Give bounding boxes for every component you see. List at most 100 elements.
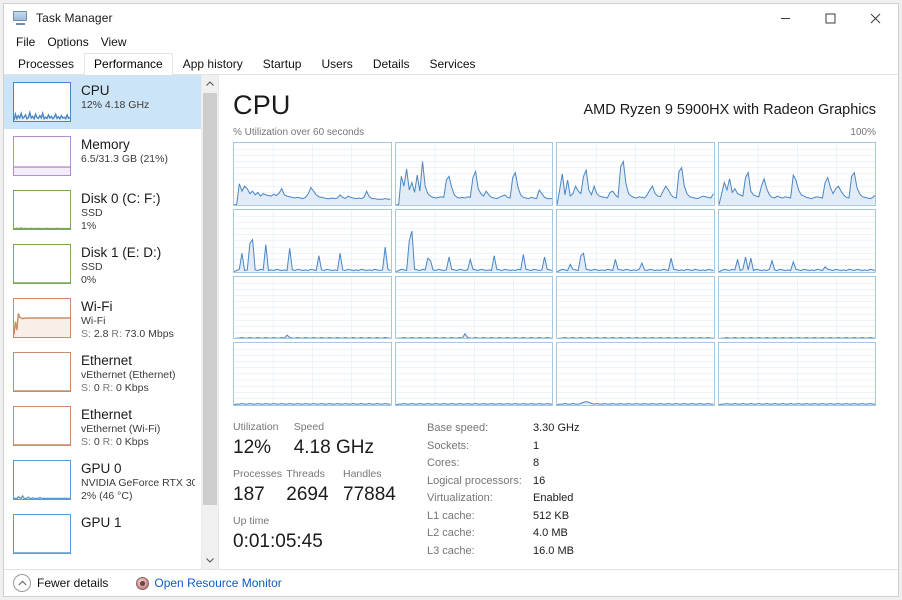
resource-name: Ethernet (81, 407, 133, 422)
logical-processor-graph[interactable] (394, 142, 553, 206)
speed-label: Speed (293, 421, 325, 433)
spec-key: Sockets: (427, 439, 470, 452)
uptime-label: Up time (233, 515, 270, 527)
resource-labels: Ethernet vEthernet (Ethernet) S: 0 R: 0 Kb… (81, 352, 195, 395)
resource-list: CPU 12% 4.18 GHz Memory 6.5/31.3 GB (21%) Di… (4, 75, 201, 569)
graph-caption-left: % Utilization over 60 seconds (233, 127, 365, 138)
speed-value: 4.18 GHz (293, 437, 374, 458)
resource-thumbnail (13, 136, 71, 176)
utilization-stat: Utilization 12% (233, 420, 290, 461)
fewer-details-button[interactable]: Fewer details (37, 576, 108, 590)
logical-processor-graph[interactable] (556, 142, 715, 206)
logical-processor-graph[interactable] (394, 208, 553, 273)
tab-performance[interactable]: Performance (84, 53, 173, 76)
resource-sidebar: CPU 12% 4.18 GHz Memory 6.5/31.3 GB (21%) Di… (4, 75, 219, 569)
open-resource-monitor-link[interactable]: Open Resource Monitor (154, 576, 281, 590)
logical-processor-graph[interactable] (717, 275, 876, 340)
content-area: CPU 12% 4.18 GHz Memory 6.5/31.3 GB (21%) Di… (4, 75, 898, 569)
resource-name: GPU 1 (81, 515, 122, 530)
threads-label: Threads (286, 468, 325, 480)
tab-processes[interactable]: Processes (8, 53, 84, 75)
resource-detail-1: SSD (81, 207, 103, 219)
resource-detail-2: 2% (46 °C) (81, 490, 133, 502)
logical-processor-graph[interactable] (394, 342, 553, 406)
window-title: Task Manager (36, 11, 113, 25)
logical-processor-graph[interactable] (233, 142, 392, 206)
logical-processor-graph[interactable] (717, 208, 876, 273)
resource-name: Disk 0 (C: F:) (81, 191, 161, 206)
handles-value: 77884 (343, 484, 396, 505)
sidebar-item-disk-0-c-f[interactable]: Disk 0 (C: F:) SSD 1% (4, 183, 201, 237)
tab-details[interactable]: Details (363, 53, 420, 75)
utilization-label: Utilization (233, 421, 279, 433)
spec-key: L1 cache: (427, 509, 475, 522)
resource-labels: Memory 6.5/31.3 GB (21%) (81, 136, 195, 166)
sidebar-item-gpu-0[interactable]: GPU 0NVIDIA GeForce RTX 30702% (46 °C) (4, 453, 201, 507)
graph-caption-right: 100% (850, 127, 876, 138)
sidebar-item-memory[interactable]: Memory 6.5/31.3 GB (21%) (4, 129, 201, 183)
resource-detail-2: 0% (81, 274, 97, 286)
task-manager-window: Task Manager File Options View Processes… (0, 0, 902, 600)
processes-value: 187 (233, 484, 265, 505)
title-bar: Task Manager (4, 4, 898, 32)
resource-thumbnail (13, 406, 71, 446)
resource-labels: Wi-Fi Wi-Fi S: 2.8 R: 73.0 Mbps (81, 298, 195, 341)
fewer-details-icon[interactable] (13, 574, 31, 592)
logical-processor-graph[interactable] (233, 342, 392, 406)
open-resource-monitor-button[interactable]: Open Resource Monitor (136, 576, 282, 590)
resource-detail-1: Wi-Fi (81, 315, 106, 327)
spec-value: Enabled (533, 492, 574, 504)
resource-detail-1: SSD (81, 261, 103, 273)
threads-stat: Threads 2694 (286, 467, 339, 508)
menu-item-file[interactable]: File (11, 33, 40, 51)
threads-value: 2694 (286, 484, 329, 505)
resource-detail-2: S: 0 R: 0 Kbps (81, 436, 149, 448)
window-frame: Task Manager File Options View Processes… (3, 3, 899, 597)
logical-processor-graph[interactable] (233, 275, 392, 340)
tab-services[interactable]: Services (420, 53, 486, 75)
sidebar-item-disk-1-e-d[interactable]: Disk 1 (E: D:) SSD 0% (4, 237, 201, 291)
resource-name: Disk 1 (E: D:) (81, 245, 162, 260)
cpu-model-label: AMD Ryzen 9 5900HX with Radeon Graphics (583, 102, 876, 118)
menu-item-view[interactable]: View (96, 33, 132, 51)
resource-detail-1: vEthernet (Wi-Fi) (81, 423, 161, 435)
resource-monitor-icon (136, 576, 150, 590)
task-manager-icon (13, 11, 29, 25)
scroll-down-arrow[interactable] (202, 552, 218, 569)
spec-value: 1 (533, 439, 540, 452)
sidebar-item-gpu-1[interactable]: GPU 1 (4, 507, 201, 561)
resource-name: Memory (81, 137, 130, 152)
close-button[interactable] (853, 4, 898, 32)
logical-processor-graph[interactable] (717, 142, 876, 206)
sidebar-item-ethernet[interactable]: Ethernet vEthernet (Wi-Fi) S: 0 R: 0 Kbps (4, 399, 201, 453)
logical-processor-graph[interactable] (556, 275, 715, 340)
resource-labels: GPU 1 (81, 514, 195, 531)
tab-app-history[interactable]: App history (173, 53, 253, 75)
spec-key: Logical processors: (427, 474, 522, 487)
resource-thumbnail (13, 82, 71, 122)
logical-processor-graph[interactable] (233, 208, 392, 273)
menu-item-options[interactable]: Options (42, 33, 93, 51)
logical-processor-graph[interactable] (556, 342, 715, 406)
resource-name: CPU (81, 83, 110, 98)
tab-users[interactable]: Users (311, 53, 362, 75)
maximize-button[interactable] (808, 4, 853, 32)
logical-processor-graph[interactable] (717, 342, 876, 406)
logical-processor-graph[interactable] (394, 275, 553, 340)
resource-detail-1: 6.5/31.3 GB (21%) (81, 153, 168, 165)
tab-startup[interactable]: Startup (253, 53, 312, 75)
logical-processor-graph-grid[interactable] (233, 142, 876, 406)
scrollbar-thumb[interactable] (203, 93, 217, 505)
resource-name: Wi-Fi (81, 299, 113, 314)
spec-key: Base speed: (427, 422, 489, 434)
sidebar-item-wi-fi[interactable]: Wi-Fi Wi-Fi S: 2.8 R: 73.0 Mbps (4, 291, 201, 345)
logical-processor-graph[interactable] (556, 208, 715, 273)
sidebar-item-cpu[interactable]: CPU 12% 4.18 GHz (4, 75, 201, 129)
sidebar-item-ethernet[interactable]: Ethernet vEthernet (Ethernet) S: 0 R: 0 Kb… (4, 345, 201, 399)
page-title: CPU (233, 90, 291, 120)
scroll-up-arrow[interactable] (202, 75, 218, 92)
cpu-spec-table: Base speed: 3.30 GHz Sockets: 1 Cores: 8 Logic… (427, 420, 579, 560)
spec-value: 512 KB (533, 509, 570, 522)
sidebar-scrollbar[interactable] (201, 75, 218, 569)
minimize-button[interactable] (763, 4, 808, 32)
